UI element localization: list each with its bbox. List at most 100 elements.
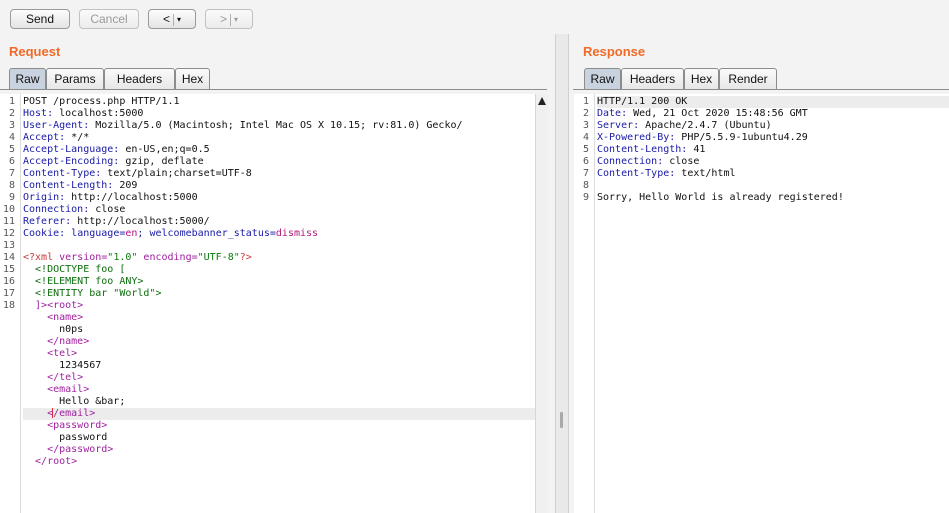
header-value: http://localhost:5000 [65,192,198,203]
line-number: 9 [582,192,589,203]
request-line: Origin: http://localhost:5000 [23,192,535,204]
xml-string: "UTF-8" [197,252,240,263]
chevron-left-icon: < [162,12,170,26]
request-line: Referer: http://localhost:5000/ [23,216,535,228]
request-code: POST /process.php HTTP/1.1 Host: localho… [23,94,535,513]
request-line: <tel> [23,348,535,360]
header-value: Mozilla/5.0 (Macintosh; Intel Mac OS X 1… [89,120,463,131]
history-back-button[interactable]: < ▾ [148,9,196,29]
header-key: User-Agent: [23,120,90,131]
response-line: Sorry, Hello World is already registered… [597,192,949,204]
line-number: 6 [582,156,589,167]
response-line: Connection: close [597,156,949,168]
button-separator [230,13,231,26]
line-number: 6 [8,156,15,167]
response-line: HTTP/1.1 200 OK [597,96,949,108]
header-key: Origin: [23,192,66,203]
line-number: 2 [8,108,15,119]
header-key: Content-Length: [597,144,688,155]
response-code: HTTP/1.1 200 OK Date: Wed, 21 Oct 2020 1… [597,94,949,513]
xml-declaration: ?> [239,252,252,263]
header-key: Content-Length: [23,180,114,191]
request-line: <!ENTITY bar "World"> [23,288,535,300]
request-line: <?xml version="1.0" encoding="UTF-8"?> [23,252,535,264]
line-number: 7 [8,168,15,179]
tab-request-hex[interactable]: Hex [175,68,210,90]
request-line: ]><root> [23,300,535,312]
response-line [597,180,949,192]
doctype-text: <!DOCTYPE foo [ [23,264,126,275]
request-line: password [23,432,535,444]
split-pane-divider[interactable] [555,34,569,513]
header-value: text/html [675,168,736,179]
header-value: close [663,156,700,167]
line-number: 17 [2,288,15,299]
xml-text: </root> [23,456,78,467]
xml-text: </tel> [23,372,84,383]
header-value: PHP/5.5.9-1ubuntu4.29 [675,132,808,143]
toolbar: Send Cancel < ▾ > ▾ [0,0,949,40]
send-button[interactable]: Send [10,9,70,29]
line-number: 10 [2,204,15,215]
tab-request-headers[interactable]: Headers [104,68,175,90]
header-key: Accept-Encoding: [23,156,120,167]
header-value: text/plain;charset=UTF-8 [101,168,252,179]
request-line: </root> [23,456,535,468]
line-number: 14 [2,252,15,263]
line-number: 1 [8,96,15,107]
status-line: HTTP/1.1 200 OK [597,96,688,107]
request-line: Cookie: language=en; welcomebanner_statu… [23,228,535,240]
response-body-text: Sorry, Hello World is already registered… [597,192,844,203]
tab-request-raw[interactable]: Raw [9,68,46,90]
response-line-gutter: 1 2 3 4 5 6 7 8 9 [574,94,595,513]
xml-text: <email> [23,384,90,395]
request-line: <email> [23,384,535,396]
header-value: en-US,en;q=0.5 [119,144,210,155]
line-number: 5 [8,144,15,155]
request-line: Accept-Encoding: gzip, deflate [23,156,535,168]
line-number: 3 [8,120,15,131]
xml-text: password [23,432,108,443]
cookie-value: dismiss [275,228,319,239]
line-number: 2 [582,108,589,119]
request-line: 1234567 [23,360,535,372]
header-value: gzip, deflate [119,156,204,167]
line-number: 12 [2,228,15,239]
request-line: <name> [23,312,535,324]
tab-response-raw[interactable]: Raw [584,68,621,90]
button-separator [173,13,174,26]
tab-response-hex[interactable]: Hex [684,68,719,90]
response-viewer[interactable]: 1 2 3 4 5 6 7 8 9 HTTP/1.1 200 OK Date: … [574,94,949,513]
line-number: 13 [2,240,15,251]
header-key: Server: [597,120,640,131]
header-value: 209 [113,180,138,191]
request-line: </password> [23,444,535,456]
request-line: <password> [23,420,535,432]
header-value: */* [65,132,90,143]
header-key: Cookie: [23,228,66,239]
xml-text: 1234567 [23,360,102,371]
drag-handle-icon[interactable] [560,412,563,428]
xml-text: n0ps [23,324,84,335]
cancel-button[interactable]: Cancel [79,9,139,29]
request-line: POST /process.php HTTP/1.1 [23,96,535,108]
request-scrollbar[interactable] [535,94,548,513]
request-editor[interactable]: 1 2 3 4 5 6 7 8 9 10 11 12 13 14 15 16 1… [0,94,535,513]
line-number: 3 [582,120,589,131]
scroll-up-arrow-icon[interactable] [538,97,546,105]
line-number: 9 [8,192,15,203]
tab-request-params[interactable]: Params [46,68,104,90]
doctype-text: <!ENTITY bar "World"> [23,288,162,299]
chevron-down-icon[interactable]: ▾ [177,15,181,24]
line-number: 7 [582,168,589,179]
header-value: 41 [687,144,706,155]
xml-text: ]><root> [23,300,84,311]
tab-response-headers[interactable]: Headers [621,68,684,90]
chevron-down-icon[interactable]: ▾ [234,15,238,24]
history-forward-button[interactable]: > ▾ [205,9,253,29]
request-line-current: </email> [23,408,535,420]
line-number: 15 [2,264,15,275]
tab-response-render[interactable]: Render [719,68,777,90]
header-key: Accept: [23,132,66,143]
header-value: Wed, 21 Oct 2020 15:48:56 GMT [627,108,808,119]
